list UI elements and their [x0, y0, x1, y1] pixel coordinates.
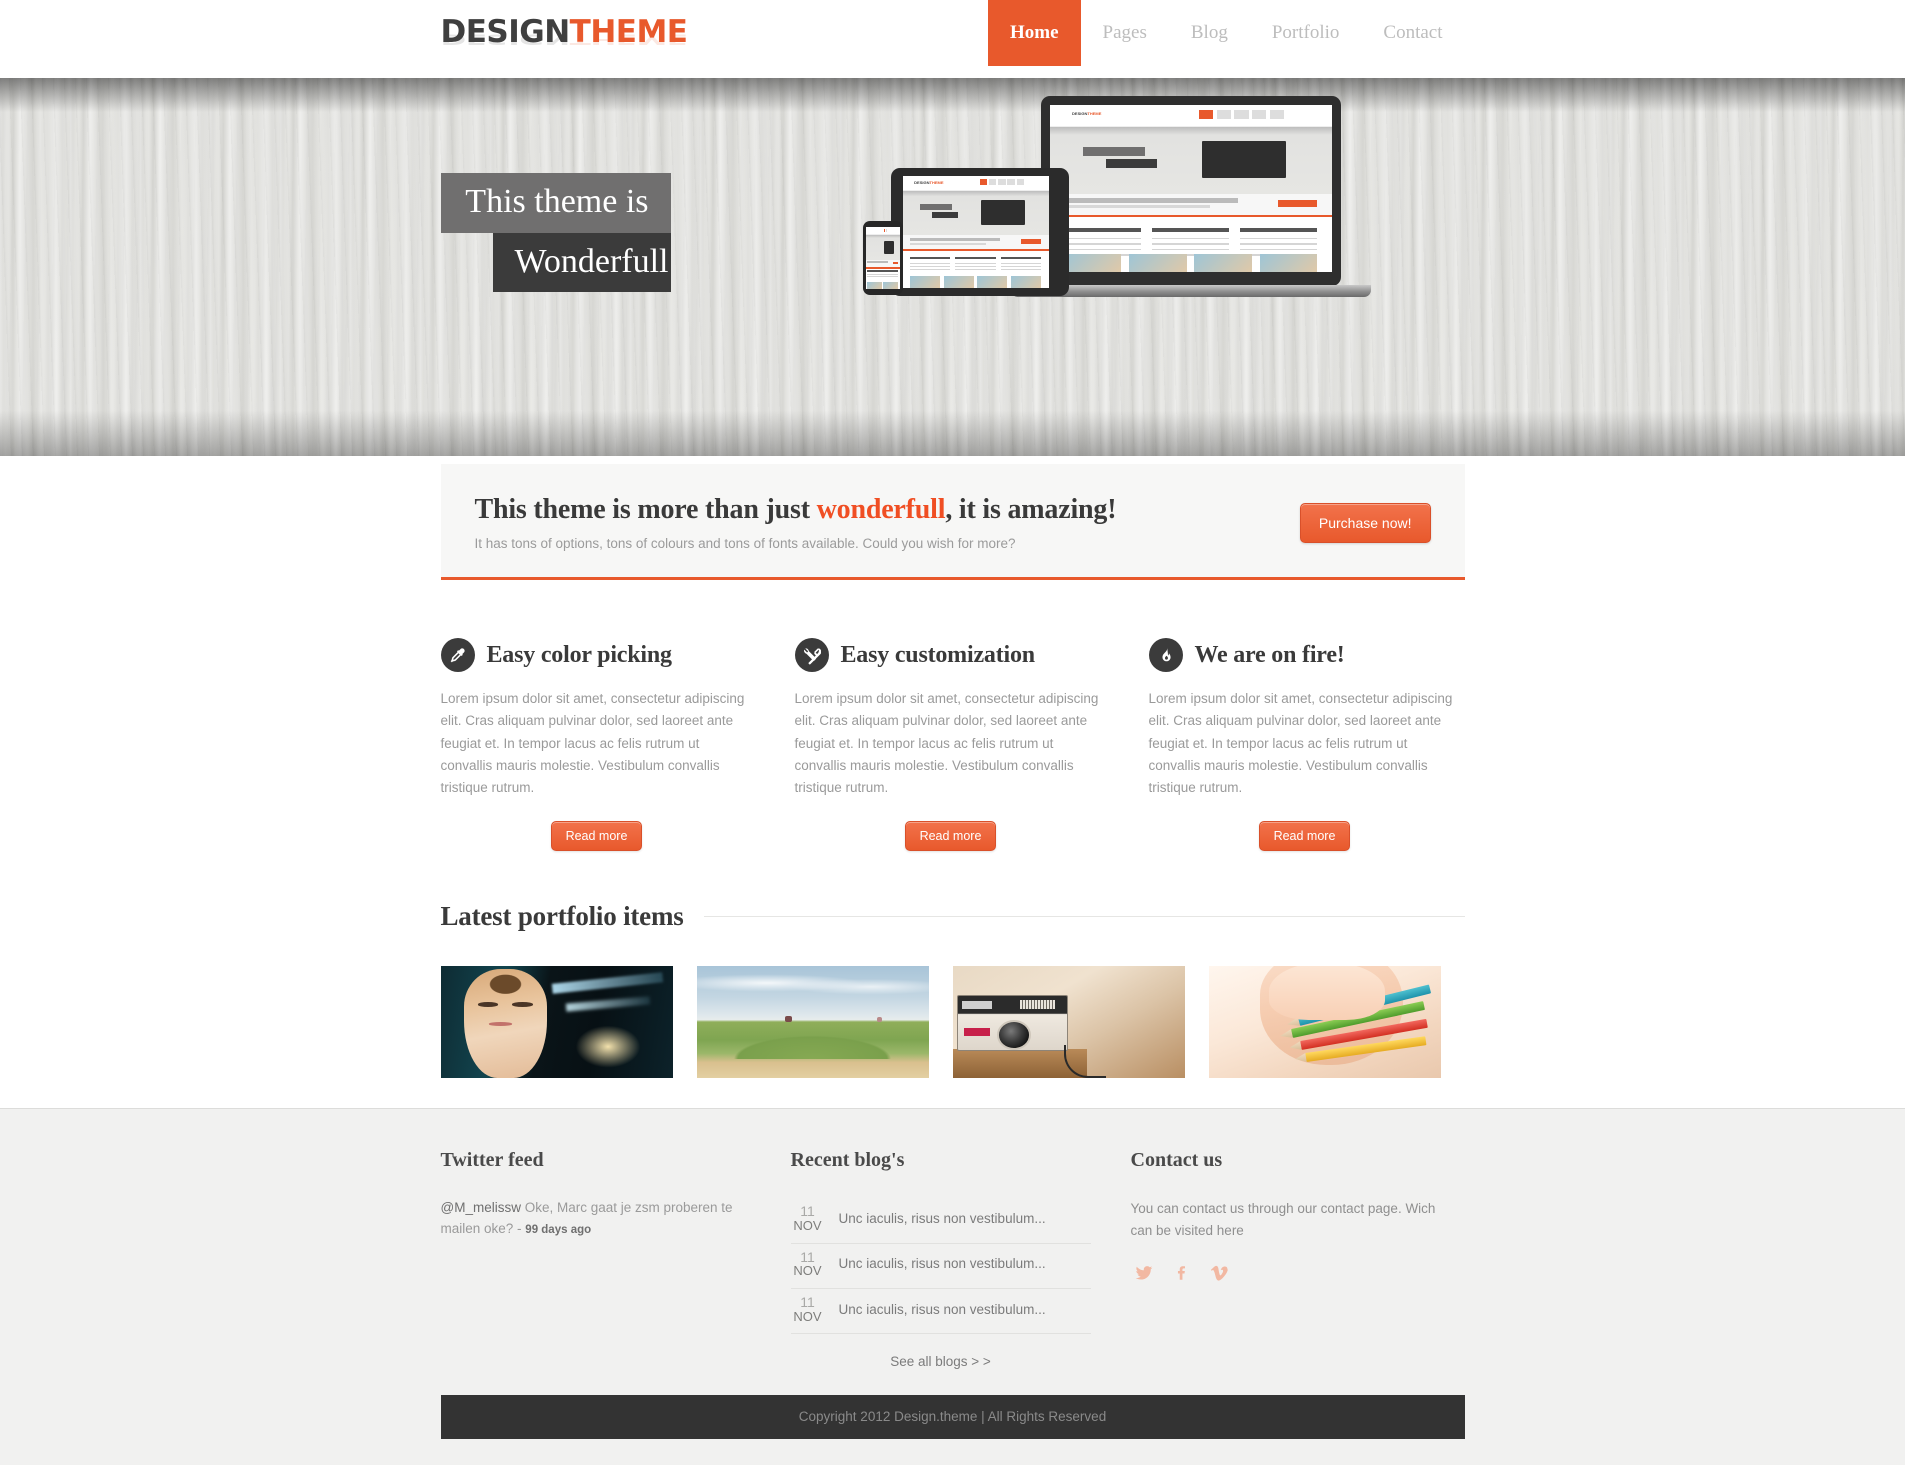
hand-holding-colored-pencils-image	[1208, 966, 1441, 1079]
tablet-screen-content: DESIGNTHEME	[902, 176, 1049, 288]
cta-banner: This theme is more than just wonderfull,…	[440, 464, 1465, 580]
main-navigation: Home Pages Blog Portfolio Contact	[988, 0, 1465, 78]
site-footer: Twitter feed @M_melissw Oke, Marc gaat j…	[0, 1108, 1905, 1465]
logo-part-theme: THEME	[569, 14, 688, 50]
laptop-mockup: DESIGNTHEME	[1010, 96, 1371, 297]
twitter-feed-title: Twitter feed	[440, 1149, 544, 1172]
blog-day: 11	[800, 1293, 815, 1310]
beach-grass-field-horizon-image	[696, 966, 929, 1079]
copyright-text: Copyright 2012 Design.theme | All Rights…	[440, 1395, 1465, 1440]
contact-description: You can contact us through our contact p…	[1130, 1201, 1436, 1238]
feature-title: Easy color picking	[486, 641, 673, 668]
tweet-item: @M_melissw Oke, Marc gaat je zsm probere…	[441, 1198, 751, 1240]
tweet-timestamp: 99 days ago	[525, 1224, 592, 1237]
feature-body: Lorem ipsum dolor sit amet, consectetur …	[1148, 691, 1453, 796]
blog-day: 11	[800, 1203, 815, 1220]
nav-item-home[interactable]: Home	[988, 0, 1081, 66]
facebook-icon[interactable]	[1169, 1260, 1195, 1286]
footer-twitter-column: Twitter feed @M_melissw Oke, Marc gaat j…	[441, 1149, 751, 1369]
contact-us-title: Contact us	[1130, 1149, 1223, 1172]
cta-heading-pre: This theme is more than just	[474, 494, 817, 525]
vimeo-icon[interactable]	[1207, 1260, 1233, 1286]
cta-heading-post: , it is amazing!	[945, 494, 1117, 525]
feature-card-customization: Easy customization Lorem ipsum dolor sit…	[794, 638, 1107, 852]
nav-item-contact[interactable]: Contact	[1361, 0, 1464, 66]
blog-date: 11 NOV	[791, 1204, 825, 1232]
phone-screen-content	[865, 227, 900, 289]
blog-list-item[interactable]: 11 NOV Unc iaculis, risus non vestibulum…	[790, 1289, 1091, 1335]
portfolio-grid	[440, 966, 1465, 1079]
blog-day: 11	[800, 1248, 815, 1265]
blog-title: Unc iaculis, risus non vestibulum...	[838, 1301, 1046, 1317]
laptop-screen-content: DESIGNTHEME	[1049, 105, 1332, 272]
purchase-now-button[interactable]: Purchase now!	[1299, 502, 1431, 543]
phone-mockup	[862, 221, 903, 295]
hero-banner: This theme is Wonderfull DESIGNTHEME DES…	[0, 78, 1905, 456]
feature-card-on-fire: We are on fire! Lorem ipsum dolor sit am…	[1148, 638, 1461, 852]
feature-body: Lorem ipsum dolor sit amet, consectetur …	[794, 691, 1099, 796]
eyedropper-icon	[440, 638, 475, 672]
portfolio-title: Latest portfolio items	[440, 901, 684, 932]
blog-month: NOV	[793, 1263, 822, 1279]
blog-list-item[interactable]: 11 NOV Unc iaculis, risus non vestibulum…	[790, 1244, 1091, 1289]
blog-date: 11 NOV	[791, 1248, 825, 1279]
blog-date: 11 NOV	[791, 1295, 825, 1323]
blog-title: Unc iaculis, risus non vestibulum...	[838, 1256, 1046, 1272]
blog-month: NOV	[793, 1308, 822, 1324]
feature-title: We are on fire!	[1194, 641, 1345, 668]
social-links	[1131, 1260, 1461, 1286]
blog-title: Unc iaculis, risus non vestibulum...	[838, 1210, 1046, 1226]
tweet-handle[interactable]: @M_melissw	[441, 1200, 521, 1215]
portfolio-divider	[703, 916, 1465, 918]
hero-caption-line-1: This theme is	[440, 173, 671, 233]
read-more-button-3[interactable]: Read more	[1258, 821, 1351, 852]
nav-item-portfolio[interactable]: Portfolio	[1250, 0, 1362, 66]
cta-heading-highlight: wonderfull	[816, 494, 946, 525]
portrait-woman-teal-lights-image	[440, 966, 673, 1079]
recent-blogs-title: Recent blog's	[790, 1149, 905, 1172]
tablet-mockup: DESIGNTHEME	[890, 168, 1069, 296]
read-more-button-1[interactable]: Read more	[550, 821, 643, 852]
feature-title: Easy customization	[840, 641, 1036, 668]
device-mockup-group: DESIGNTHEME DESIGNTHEME	[861, 96, 1421, 346]
vintage-kodak-camera-image	[952, 966, 1185, 1079]
site-logo[interactable]: DESIGNTHEME	[441, 14, 688, 50]
portfolio-item-4[interactable]	[1208, 966, 1441, 1079]
cta-text-block: This theme is more than just wonderfull,…	[475, 494, 1117, 551]
blog-month: NOV	[793, 1218, 822, 1234]
tools-icon	[794, 638, 829, 672]
feature-body: Lorem ipsum dolor sit amet, consectetur …	[440, 691, 745, 796]
footer-contact-column: Contact us You can contact us through ou…	[1131, 1149, 1461, 1369]
nav-item-blog[interactable]: Blog	[1169, 0, 1250, 66]
logo-part-design: DESIGN	[440, 14, 571, 50]
feature-card-color-picking: Easy color picking Lorem ipsum dolor sit…	[440, 638, 753, 852]
flame-icon	[1148, 638, 1183, 672]
site-header: DESIGNTHEME DESIGNTHEME Home Pages Blog …	[0, 0, 1905, 78]
portfolio-item-1[interactable]	[440, 966, 673, 1079]
blog-list-item[interactable]: 11 NOV Unc iaculis, risus non vestibulum…	[790, 1198, 1091, 1244]
cta-heading: This theme is more than just wonderfull,…	[475, 494, 1117, 526]
features-section: Easy color picking Lorem ipsum dolor sit…	[0, 580, 1905, 852]
cta-subheading: It has tons of options, tons of colours …	[474, 536, 1016, 551]
footer-blog-column: Recent blog's 11 NOV Unc iaculis, risus …	[790, 1149, 1091, 1369]
twitter-icon[interactable]	[1131, 1260, 1157, 1286]
copyright-band: Copyright 2012 Design.theme | All Rights…	[0, 1395, 1905, 1440]
read-more-button-2[interactable]: Read more	[904, 821, 997, 852]
portfolio-section: Latest portfolio items	[0, 851, 1905, 1109]
cta-section: This theme is more than just wonderfull,…	[0, 456, 1905, 580]
portfolio-item-2[interactable]	[696, 966, 929, 1079]
hero-caption: This theme is Wonderfull	[440, 173, 841, 293]
nav-item-pages[interactable]: Pages	[1081, 0, 1169, 66]
see-all-blogs-link[interactable]: See all blogs > >	[791, 1354, 1091, 1369]
page-root: DESIGNTHEME DESIGNTHEME Home Pages Blog …	[0, 0, 1905, 1465]
hero-caption-line-2: Wonderfull	[492, 232, 671, 293]
portfolio-item-3[interactable]	[952, 966, 1185, 1079]
